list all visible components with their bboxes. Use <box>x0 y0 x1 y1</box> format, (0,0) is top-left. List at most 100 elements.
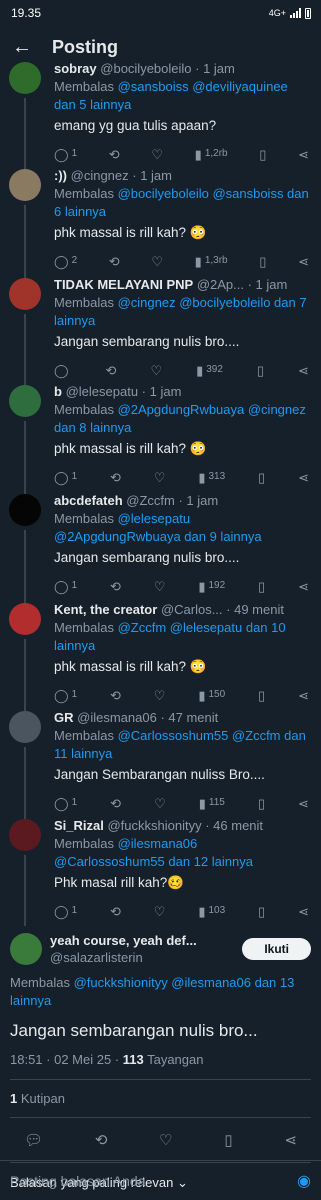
camera-icon[interactable]: ◉ <box>297 1171 311 1191</box>
views-button[interactable]: ▮ 392 <box>196 361 223 379</box>
views-icon: ▮ <box>198 795 206 811</box>
like-button[interactable]: ♡ <box>154 905 166 918</box>
author-name[interactable]: Kent, the creator <box>54 602 157 617</box>
bookmark-button[interactable]: ▯ <box>258 471 265 484</box>
reply-count: 1 <box>71 689 78 700</box>
bookmark-button[interactable]: ▯ <box>259 255 266 268</box>
reply-item[interactable]: Kent, the creator @Carlos... · 49 menit M… <box>0 601 321 711</box>
reply-item[interactable]: GR @ilesmana06 · 47 menit Membalas @Carlo… <box>0 709 321 819</box>
bookmark-icon: ▯ <box>258 903 266 919</box>
thread-line <box>24 639 26 711</box>
like-button[interactable]: ♡ <box>154 580 166 593</box>
repost-button[interactable]: ⟲ <box>110 471 121 484</box>
reply-button[interactable]: ◯ 1 <box>54 468 77 486</box>
repost-button[interactable]: ⟲ <box>106 364 117 377</box>
reply-text: Phk masal rill kah?🥴 <box>54 875 185 890</box>
views-button[interactable]: ▮ 150 <box>198 686 225 704</box>
reply-item[interactable]: Si_Rizal @fuckkshionityy · 46 menit Memba… <box>0 817 321 926</box>
reply-button[interactable]: ◯ <box>54 364 72 377</box>
repost-button[interactable]: ⟲ <box>110 689 121 702</box>
author-names[interactable]: yeah course, yeah def... @salazarlisteri… <box>50 932 242 966</box>
repost-icon: ⟲ <box>110 687 121 703</box>
author-name[interactable]: TIDAK MELAYANI PNP <box>54 277 193 292</box>
share-button[interactable]: ⋖ <box>298 148 309 161</box>
views-button[interactable]: ▮ 1,2rb <box>195 145 228 163</box>
avatar[interactable] <box>9 711 41 743</box>
share-icon[interactable]: ⋖ <box>284 1131 297 1149</box>
repost-button[interactable]: ⟲ <box>110 905 121 918</box>
follow-button[interactable]: Ikuti <box>242 938 311 960</box>
like-icon[interactable]: ♡ <box>159 1131 172 1149</box>
share-button[interactable]: ⋖ <box>298 905 309 918</box>
author-name[interactable]: GR <box>54 710 74 725</box>
repost-button[interactable]: ⟲ <box>109 148 120 161</box>
avatar[interactable] <box>9 62 41 94</box>
reply-item[interactable]: TIDAK MELAYANI PNP @2Ap... · 1 jam Membal… <box>0 276 321 385</box>
reply-item[interactable]: abcdefateh @Zccfm · 1 jam Membalas @leles… <box>0 492 321 603</box>
reply-button[interactable]: ◯ 1 <box>54 794 77 812</box>
repost-button[interactable]: ⟲ <box>109 255 120 268</box>
views-button[interactable]: ▮ 313 <box>198 468 225 486</box>
reply-button[interactable]: ◯ 1 <box>54 686 77 704</box>
avatar[interactable] <box>9 494 41 526</box>
reply-button[interactable]: ◯ 2 <box>54 252 77 270</box>
bookmark-icon[interactable]: ▯ <box>224 1131 232 1149</box>
views-button[interactable]: ▮ 192 <box>198 577 225 595</box>
bookmark-button[interactable]: ▯ <box>257 364 264 377</box>
share-button[interactable]: ⋖ <box>298 797 309 810</box>
like-button[interactable]: ♡ <box>150 364 162 377</box>
views-button[interactable]: ▮ 1,3rb <box>195 252 228 270</box>
reply-button[interactable]: ◯ 1 <box>54 577 77 595</box>
post-time: · 46 menit <box>205 818 264 833</box>
reply-input[interactable]: Posting balasan Anda <box>10 1173 145 1189</box>
reply-button[interactable]: ◯ 1 <box>54 902 77 920</box>
like-button[interactable]: ♡ <box>154 689 166 702</box>
views-button[interactable]: ▮ 115 <box>199 794 225 812</box>
like-button[interactable]: ♡ <box>151 255 163 268</box>
bookmark-button[interactable]: ▯ <box>258 580 265 593</box>
bookmark-button[interactable]: ▯ <box>258 797 265 810</box>
reply-item[interactable]: b @lelesepatu · 1 jam Membalas @2ApgdungR… <box>0 383 321 494</box>
avatar[interactable] <box>9 603 41 635</box>
back-arrow-icon[interactable]: ← <box>12 36 52 59</box>
author-name[interactable]: b <box>54 384 62 399</box>
avatar[interactable] <box>9 385 41 417</box>
author-name[interactable]: abcdefateh <box>54 493 123 508</box>
repost-button[interactable]: ⟲ <box>110 580 121 593</box>
reply-actions: ◯ 1 ⟲ ♡ ▮ 313 ▯ ⋖ <box>54 467 311 487</box>
reply-item[interactable]: sobray @bocilyeboleilo · 1 jam Membalas @… <box>0 60 321 169</box>
reply-text: emang yg gua tulis apaan? <box>54 118 217 133</box>
repost-button[interactable]: ⟲ <box>110 797 121 810</box>
share-button[interactable]: ⋖ <box>298 255 309 268</box>
reply-item[interactable]: :)) @cingnez · 1 jam Membalas @bocilyebol… <box>0 167 321 278</box>
bookmark-button[interactable]: ▯ <box>258 905 265 918</box>
avatar[interactable] <box>10 933 42 965</box>
reply-button[interactable]: ◯ 1 <box>54 145 77 163</box>
like-button[interactable]: ♡ <box>154 471 166 484</box>
views-button[interactable]: ▮ 103 <box>198 902 225 920</box>
quotes-row[interactable]: 1 Kutipan <box>10 1080 311 1117</box>
avatar[interactable] <box>9 169 41 201</box>
quotes-label: Kutipan <box>17 1091 65 1106</box>
share-button[interactable]: ⋖ <box>298 364 309 377</box>
views-count[interactable]: 113 <box>123 1052 144 1067</box>
bookmark-button[interactable]: ▯ <box>258 689 265 702</box>
author-name[interactable]: Si_Rizal <box>54 818 104 833</box>
like-button[interactable]: ♡ <box>151 148 163 161</box>
author-name[interactable]: :)) <box>54 168 67 183</box>
views-count: 103 <box>208 905 226 916</box>
author-name[interactable]: sobray <box>54 61 97 76</box>
author-name: yeah course, yeah def... <box>50 933 197 948</box>
avatar[interactable] <box>9 819 41 851</box>
status-icons: 4G+ <box>269 7 311 19</box>
like-button[interactable]: ♡ <box>154 797 166 810</box>
reply-icon[interactable]: 💬︎ <box>24 1131 43 1149</box>
share-button[interactable]: ⋖ <box>298 689 309 702</box>
bookmark-button[interactable]: ▯ <box>259 148 266 161</box>
share-button[interactable]: ⋖ <box>298 580 309 593</box>
avatar[interactable] <box>9 278 41 310</box>
replying-prefix: Membalas <box>54 295 118 310</box>
share-button[interactable]: ⋖ <box>298 471 309 484</box>
repost-icon[interactable]: ⟲ <box>95 1131 108 1149</box>
replying-to: Membalas @sansboiss @deviliyaquinee dan … <box>54 78 311 114</box>
